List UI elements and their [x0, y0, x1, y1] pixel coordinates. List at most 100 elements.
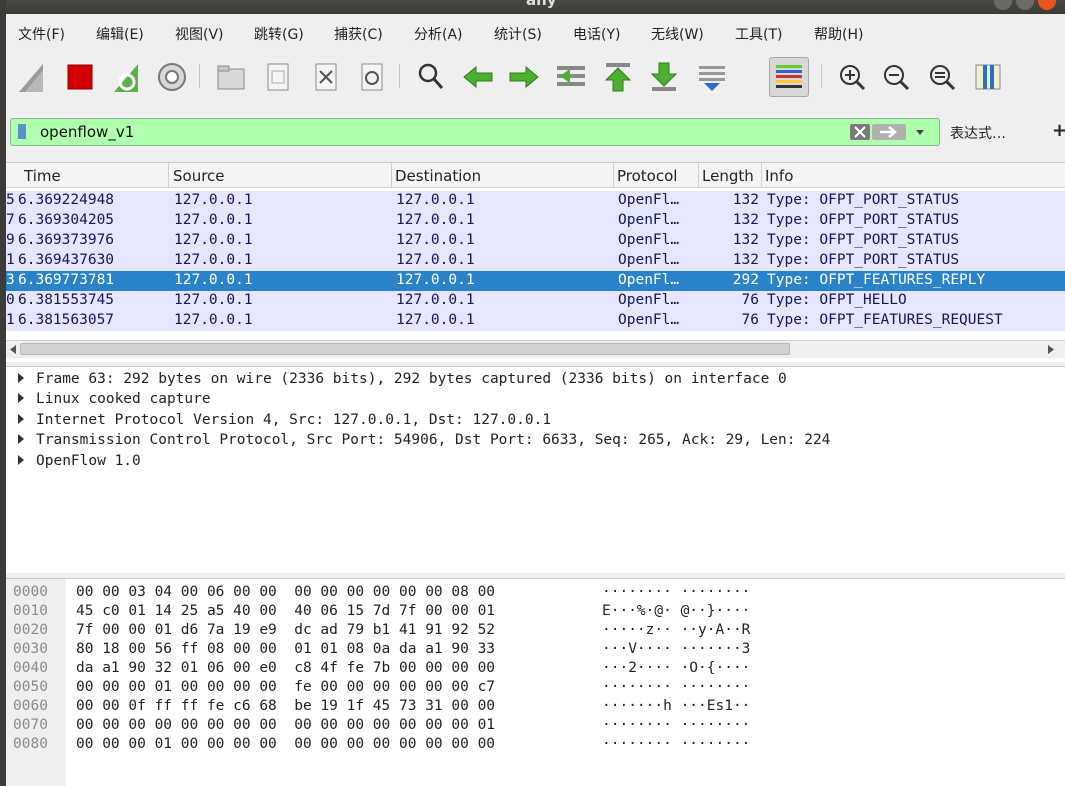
expand-arrow-icon[interactable] — [18, 393, 24, 403]
packet-row[interactable]: 0 6.381553745 127.0.0.1 127.0.0.1 OpenFl… — [6, 291, 1065, 311]
filter-history-dropdown-icon[interactable] — [913, 126, 927, 138]
column-source[interactable]: Source — [173, 167, 225, 185]
packet-row[interactable]: 9 6.369373976 127.0.0.1 127.0.0.1 OpenFl… — [6, 231, 1065, 251]
hex-ascii[interactable]: ········ ········ — [602, 584, 750, 600]
column-divider[interactable] — [698, 163, 699, 187]
go-forward-button[interactable] — [504, 57, 544, 97]
hex-ascii[interactable]: ···V···· ·······3 — [602, 641, 750, 657]
expand-arrow-icon[interactable] — [18, 455, 24, 465]
apply-filter-icon[interactable] — [872, 124, 906, 140]
menu-statistics[interactable]: 统计(S) — [494, 24, 542, 44]
packet-details-tree[interactable]: Frame 63: 292 bytes on wire (2336 bits),… — [6, 366, 1065, 573]
go-to-packet-button[interactable] — [551, 57, 591, 97]
auto-scroll-button[interactable] — [692, 57, 732, 97]
display-filter-input[interactable]: openflow_v1 — [10, 118, 940, 146]
capture-options-button[interactable] — [152, 57, 192, 97]
scroll-left-icon[interactable] — [8, 344, 18, 355]
packet-row[interactable]: 5 6.369224948 127.0.0.1 127.0.0.1 OpenFl… — [6, 191, 1065, 211]
menu-telephony[interactable]: 电话(Y) — [573, 24, 620, 44]
menu-file[interactable]: 文件(F) — [18, 24, 65, 44]
zoom-in-button[interactable] — [832, 57, 872, 97]
menu-view[interactable]: 视图(V) — [175, 24, 224, 44]
resize-columns-button[interactable] — [968, 57, 1008, 97]
hex-ascii[interactable]: ········ ········ — [602, 679, 750, 695]
hex-ascii[interactable]: ···2···· ·O·{···· — [602, 660, 750, 676]
tree-item-frame[interactable]: Frame 63: 292 bytes on wire (2336 bits),… — [18, 371, 787, 387]
column-protocol[interactable]: Protocol — [617, 167, 677, 185]
menu-capture[interactable]: 捕获(C) — [334, 24, 383, 44]
menu-tools[interactable]: 工具(T) — [735, 24, 782, 44]
column-destination[interactable]: Destination — [395, 167, 481, 185]
hex-ascii[interactable]: ·······h ···Es1·· — [602, 698, 750, 714]
last-packet-button[interactable] — [644, 57, 684, 97]
hex-ascii[interactable]: ·····z·· ··y·A··R — [602, 622, 750, 638]
maximize-button[interactable] — [1016, 0, 1034, 10]
tree-item-tcp[interactable]: Transmission Control Protocol, Src Port:… — [18, 432, 830, 448]
tree-item-label: Transmission Control Protocol, Src Port:… — [36, 432, 831, 448]
stop-icon — [67, 64, 93, 90]
packet-info: Type: OFPT_PORT_STATUS — [767, 252, 960, 268]
clear-filter-icon[interactable] — [850, 124, 870, 140]
packet-list-horizontal-scrollbar[interactable] — [6, 340, 1065, 358]
normal-size-button[interactable] — [922, 57, 962, 97]
colorize-button[interactable] — [769, 57, 809, 97]
tree-item-ipv4[interactable]: Internet Protocol Version 4, Src: 127.0.… — [18, 412, 551, 428]
packet-row[interactable]: 1 6.369437630 127.0.0.1 127.0.0.1 OpenFl… — [6, 251, 1065, 271]
column-divider[interactable] — [391, 163, 392, 187]
hex-bytes[interactable]: 7f 00 00 01 d6 7a 19 e9 dc ad 79 b1 41 9… — [76, 622, 495, 638]
column-divider[interactable] — [761, 163, 762, 187]
start-capture-button[interactable] — [12, 57, 52, 97]
column-divider[interactable] — [168, 163, 169, 187]
packet-bytes-pane[interactable]: 0000 00 00 03 04 00 06 00 00 00 00 00 00 … — [6, 578, 1065, 786]
menu-wireless[interactable]: 无线(W) — [651, 24, 704, 44]
add-filter-button[interactable]: + — [1052, 120, 1065, 141]
reload-file-button[interactable] — [352, 57, 392, 97]
packet-list[interactable]: Time Source Destination Protocol Length … — [6, 162, 1065, 363]
stop-capture-button[interactable] — [60, 57, 100, 97]
bookmark-icon[interactable] — [18, 124, 26, 139]
hex-ascii[interactable]: E···%·@· @··}···· — [602, 603, 750, 619]
hex-bytes[interactable]: da a1 90 32 01 06 00 e0 c8 4f fe 7b 00 0… — [76, 660, 495, 676]
menu-analyze[interactable]: 分析(A) — [414, 24, 463, 44]
hex-bytes[interactable]: 00 00 00 01 00 00 00 00 fe 00 00 00 00 0… — [76, 679, 495, 695]
column-info[interactable]: Info — [765, 167, 793, 185]
scrollbar-thumb[interactable] — [20, 343, 790, 355]
close-button[interactable] — [1038, 0, 1056, 10]
expand-arrow-icon[interactable] — [18, 414, 24, 424]
hex-ascii[interactable]: ········ ········ — [602, 736, 750, 752]
open-file-button[interactable] — [211, 57, 251, 97]
menu-edit[interactable]: 编辑(E) — [96, 24, 144, 44]
packet-destination: 127.0.0.1 — [396, 292, 475, 308]
hex-bytes[interactable]: 80 18 00 56 ff 08 00 00 01 01 08 0a da a… — [76, 641, 495, 657]
packet-protocol: OpenFl… — [618, 232, 680, 248]
tree-item-openflow[interactable]: OpenFlow 1.0 — [18, 453, 141, 469]
hex-bytes[interactable]: 00 00 00 00 00 00 00 00 00 00 00 00 00 0… — [76, 717, 495, 733]
go-back-button[interactable] — [458, 57, 498, 97]
first-packet-button[interactable] — [598, 57, 638, 97]
close-file-icon — [315, 63, 337, 91]
menu-help[interactable]: 帮助(H) — [814, 24, 863, 44]
find-packet-button[interactable] — [411, 57, 451, 97]
hex-bytes[interactable]: 00 00 00 01 00 00 00 00 00 00 00 00 00 0… — [76, 736, 495, 752]
column-length[interactable]: Length — [702, 167, 754, 185]
close-file-button[interactable] — [306, 57, 346, 97]
packet-row[interactable]: 1 6.381563057 127.0.0.1 127.0.0.1 OpenFl… — [6, 311, 1065, 331]
column-time[interactable]: Time — [24, 167, 61, 185]
packet-row[interactable]: 7 6.369304205 127.0.0.1 127.0.0.1 OpenFl… — [6, 211, 1065, 231]
expression-button[interactable]: 表达式… — [950, 123, 1006, 143]
expand-arrow-icon[interactable] — [18, 373, 24, 383]
restart-capture-button[interactable] — [107, 57, 147, 97]
expand-arrow-icon[interactable] — [18, 434, 24, 444]
column-divider[interactable] — [613, 163, 614, 187]
zoom-out-button[interactable] — [876, 57, 916, 97]
hex-ascii[interactable]: ········ ········ — [602, 717, 750, 733]
save-file-button[interactable] — [258, 57, 298, 97]
hex-bytes[interactable]: 00 00 03 04 00 06 00 00 00 00 00 00 00 0… — [76, 584, 495, 600]
hex-bytes[interactable]: 45 c0 01 14 25 a5 40 00 40 06 15 7d 7f 0… — [76, 603, 495, 619]
packet-row-selected[interactable]: 3 6.369773781 127.0.0.1 127.0.0.1 OpenFl… — [6, 271, 1065, 291]
tree-item-linux-cooked[interactable]: Linux cooked capture — [18, 391, 211, 407]
menu-go[interactable]: 跳转(G) — [254, 24, 304, 44]
scroll-right-icon[interactable] — [1046, 344, 1056, 355]
minimize-button[interactable] — [994, 0, 1012, 10]
hex-bytes[interactable]: 00 00 0f ff ff fe c6 68 be 19 1f 45 73 3… — [76, 698, 495, 714]
